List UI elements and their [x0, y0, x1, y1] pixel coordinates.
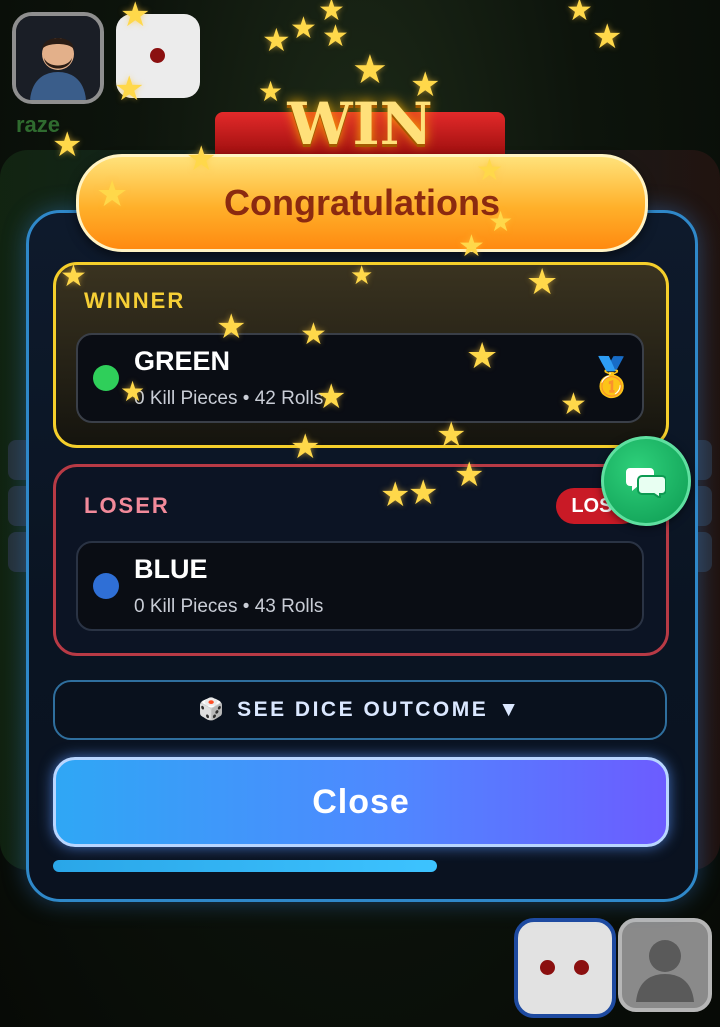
green-color-dot	[93, 365, 119, 391]
star-icon: ★	[60, 260, 87, 293]
progress-fill	[53, 860, 438, 872]
side-tab	[8, 440, 28, 480]
star-icon: ★	[352, 48, 388, 92]
star-icon: ★	[454, 456, 485, 494]
star-icon: ★	[526, 261, 559, 302]
default-avatar-icon	[636, 940, 694, 1002]
gold-medal-icon: 🥇	[588, 357, 636, 399]
winner-player-name: GREEN	[134, 346, 231, 376]
star-icon: ★	[458, 230, 485, 263]
dice-outcome-label: SEE DICE OUTCOME	[237, 698, 489, 721]
loser-stats: 0 Kill Pieces • 43 Rolls	[134, 596, 324, 617]
star-icon: ★	[410, 66, 441, 104]
star-icon: ★	[114, 70, 145, 108]
side-tab	[8, 486, 28, 526]
star-icon: ★	[566, 0, 593, 27]
star-icon: ★	[96, 173, 129, 214]
star-icon: ★	[488, 206, 514, 237]
winner-stats: 0 Kill Pieces • 42 Rolls	[134, 388, 324, 409]
side-tab	[8, 532, 28, 572]
close-button-label: Close	[312, 782, 410, 821]
star-icon: ★	[52, 126, 83, 164]
dice-pip	[540, 960, 555, 975]
star-icon: ★	[290, 428, 321, 466]
star-icon: ★	[350, 260, 374, 290]
star-icon: ★	[120, 0, 151, 34]
see-dice-outcome-button[interactable]: 🎲 SEE DICE OUTCOME ▼	[53, 680, 667, 740]
star-icon: ★	[408, 474, 439, 512]
dice[interactable]	[514, 918, 616, 1018]
blue-color-dot	[93, 573, 119, 599]
loser-player-name: BLUE	[134, 554, 208, 584]
star-icon: ★	[186, 140, 217, 178]
star-icon: ★	[262, 22, 291, 58]
star-icon: ★	[436, 416, 467, 454]
close-button[interactable]: Close	[53, 757, 669, 847]
star-icon: ★	[592, 18, 623, 56]
player-avatar[interactable]	[618, 918, 712, 1012]
star-icon: ★	[300, 318, 327, 351]
star-icon: ★	[258, 76, 284, 107]
congratulations-banner: Congratulations	[76, 154, 648, 252]
star-icon: ★	[380, 476, 411, 514]
chat-button[interactable]	[601, 436, 691, 526]
star-icon: ★	[316, 378, 347, 416]
star-icon: ★	[318, 0, 345, 27]
star-icon: ★	[560, 388, 587, 421]
progress-bar	[53, 860, 663, 872]
star-icon: ★	[216, 308, 247, 346]
winner-label: WINNER	[84, 288, 186, 313]
star-icon: ★	[476, 154, 503, 187]
star-icon: ★	[290, 12, 317, 45]
chat-icon	[626, 468, 666, 498]
chevron-down-icon: ▼	[498, 698, 522, 721]
banner-title: Congratulations	[224, 182, 500, 223]
avatar-icon	[16, 16, 100, 100]
star-icon: ★	[120, 376, 146, 407]
dice-pip	[574, 960, 589, 975]
loser-label: LOSER	[84, 493, 170, 518]
player-avatar[interactable]	[12, 12, 104, 104]
dice-pip	[150, 48, 165, 63]
star-icon: ★	[466, 335, 499, 376]
dice-icon: 🎲	[198, 698, 228, 721]
